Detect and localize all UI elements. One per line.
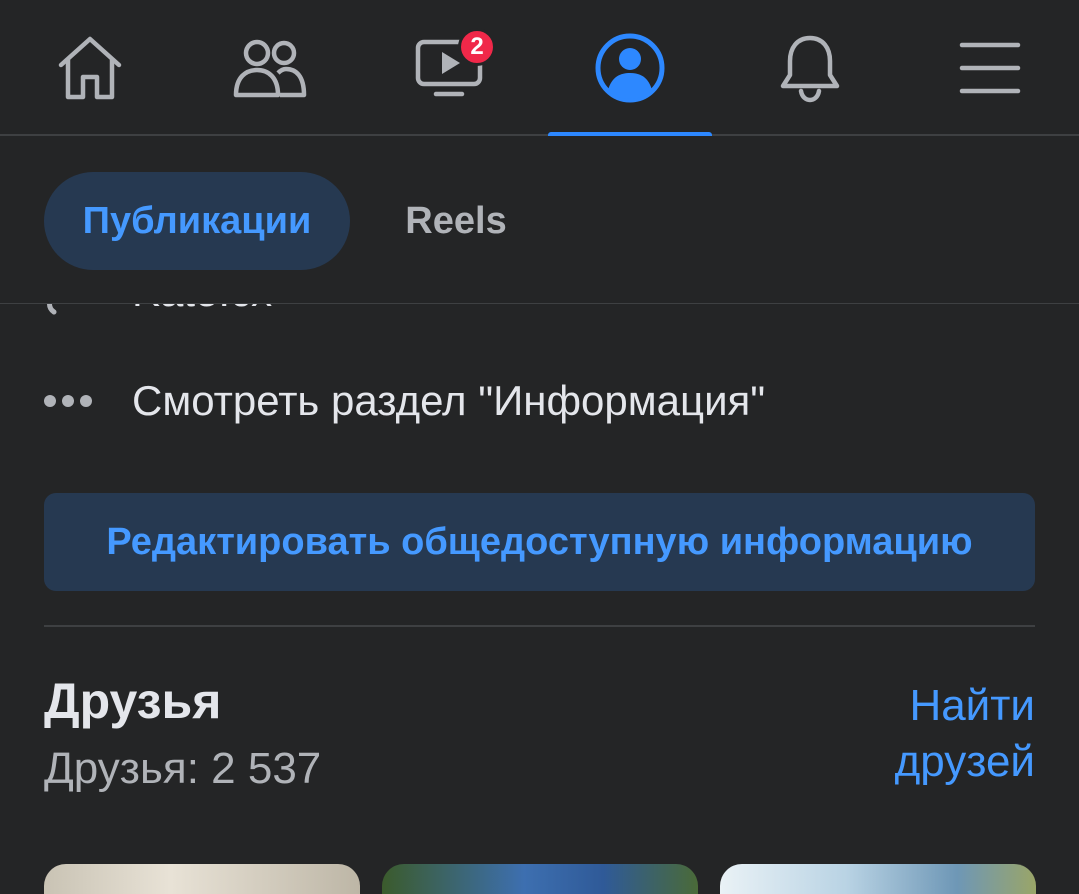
tab-reels[interactable]: Reels [380, 172, 532, 270]
profile-icon [595, 33, 665, 103]
nav-menu[interactable] [908, 0, 1072, 136]
menu-icon [959, 42, 1021, 94]
home-icon [58, 36, 122, 100]
nav-profile[interactable] [548, 0, 712, 138]
friend-photo-thumbnail[interactable] [720, 864, 1036, 894]
friend-photo-thumbnail[interactable] [44, 864, 360, 894]
more-dots-icon [44, 395, 132, 407]
friend-photo-thumbnail[interactable] [382, 864, 698, 894]
find-friends-link[interactable]: Найти друзей [815, 678, 1035, 790]
profile-tabs: Публикации Reels [0, 136, 1079, 304]
nav-friends[interactable] [188, 0, 352, 136]
find-friends-line1: Найти [909, 681, 1035, 730]
website-link-row[interactable]: Kate.cx [44, 304, 444, 320]
edit-public-info-button[interactable]: Редактировать общедоступную информацию [44, 493, 1035, 591]
bell-icon [780, 35, 840, 103]
nav-notifications[interactable] [728, 0, 892, 136]
link-icon [47, 304, 57, 315]
friends-icon [233, 39, 307, 98]
see-info-label: Смотреть раздел "Информация" [132, 377, 766, 424]
find-friends-line2: друзей [894, 737, 1035, 786]
tab-publications[interactable]: Публикации [44, 172, 350, 270]
nav-video[interactable]: 2 [368, 0, 532, 136]
nav-home[interactable] [8, 0, 172, 136]
website-link-text: Kate.cx [132, 304, 272, 316]
friends-title: Друзья [44, 673, 222, 729]
friends-count: Друзья: 2 537 [44, 744, 322, 793]
notification-badge: 2 [458, 28, 496, 66]
see-info-row[interactable]: Смотреть раздел "Информация" [44, 366, 765, 436]
divider [44, 625, 1035, 627]
top-navigation-bar: 2 [0, 0, 1079, 138]
